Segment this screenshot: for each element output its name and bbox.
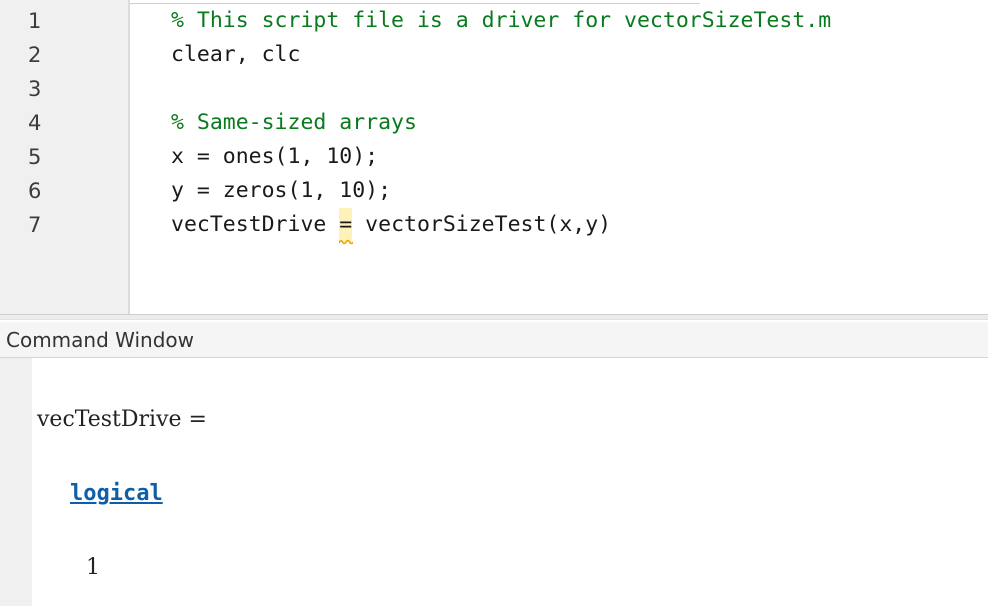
output-value: 1 [86,555,100,580]
line-number-3: 3 [28,77,42,101]
code-line-4[interactable]: % Same-sized arrays [171,106,417,140]
code-analyzer-warning[interactable]: = [339,208,354,245]
line-number-7: 7 [28,213,42,237]
command-window-gutter [0,358,32,606]
code-editor[interactable]: 1 2 3 4 5 6 7 % This script file is a dr… [0,0,988,314]
warning-squiggle-icon [339,239,354,245]
command-window-title: Command Window [6,328,195,352]
panel-splitter[interactable] [0,314,988,320]
command-window[interactable]: vecTestDrive = logical 1 [0,358,988,606]
output-variable-name: vecTestDrive = [37,407,207,432]
matlab-window: 1 2 3 4 5 6 7 % This script file is a dr… [0,0,988,606]
line-number-5: 5 [28,145,42,169]
line-number-1: 1 [28,9,42,33]
line-number-6: 6 [28,179,42,203]
command-window-header[interactable]: Command Window [0,322,988,358]
line-number-4: 4 [28,111,42,135]
line-number-2: 2 [28,43,42,67]
line-number-gutter: 1 2 3 4 5 6 7 [0,0,130,314]
code-line-7-lhs: vecTestDrive [171,212,340,237]
warning-operator: = [339,212,353,237]
code-line-7-rhs: vectorSizeTest(x,y) [352,212,612,237]
code-line-5[interactable]: x = ones(1, 10); [171,140,378,174]
code-line-6[interactable]: y = zeros(1, 10); [171,174,391,208]
code-line-2[interactable]: clear, clc [171,38,300,72]
class-link-logical[interactable]: logical [70,479,163,509]
code-line-1[interactable]: % This script file is a driver for vecto… [171,4,831,38]
code-line-7[interactable]: vecTestDrive = vectorSizeTest(x,y) [171,208,612,245]
